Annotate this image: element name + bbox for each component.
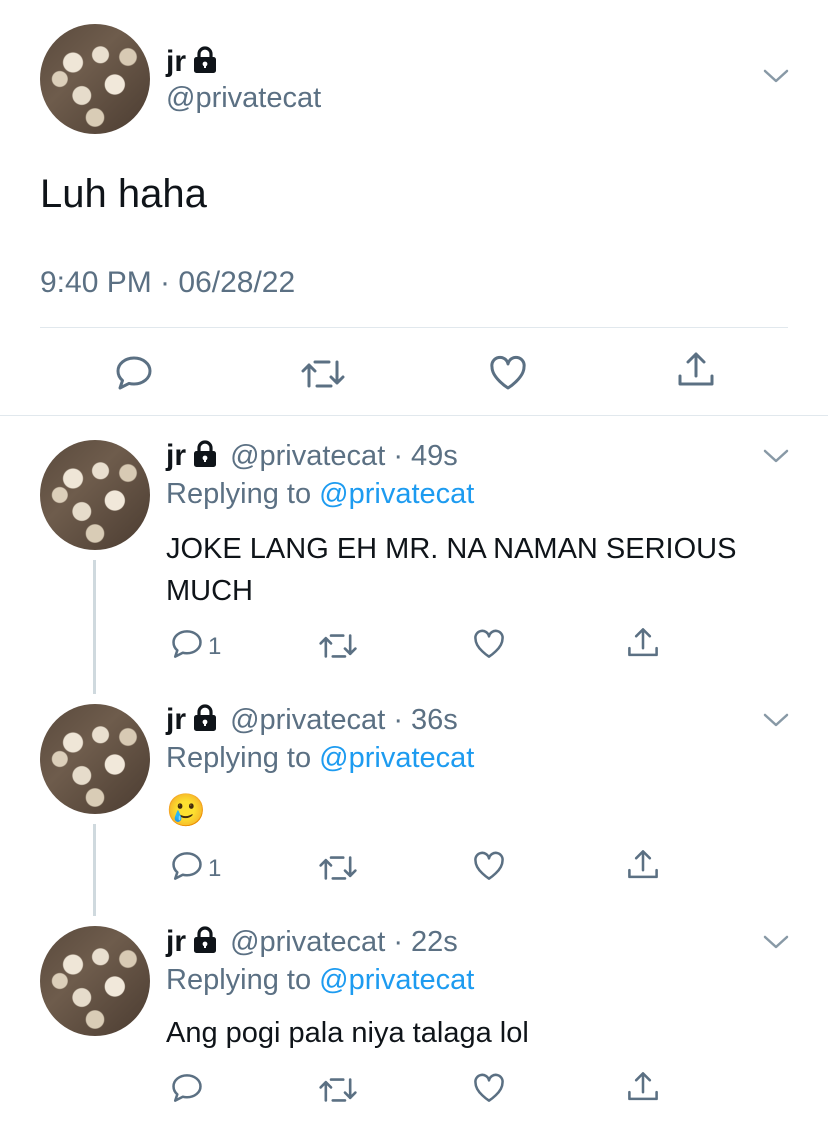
share-icon	[626, 1070, 660, 1109]
replying-to-link[interactable]: @privatecat	[319, 478, 474, 510]
share-icon	[676, 350, 716, 395]
replying-to: Replying to @privatecat	[166, 964, 474, 997]
replying-to-link[interactable]: @privatecat	[319, 742, 474, 774]
reply-button[interactable]: 1	[170, 628, 221, 665]
retweet-button[interactable]	[318, 854, 358, 887]
share-button[interactable]	[626, 848, 660, 887]
retweet-icon	[318, 1076, 358, 1109]
separator: ·	[393, 926, 403, 958]
author-handle[interactable]: @privatecat	[230, 704, 385, 736]
reply-button[interactable]: 1	[170, 850, 221, 887]
reply-time[interactable]: 49s	[411, 440, 458, 472]
reply-button[interactable]	[170, 1072, 204, 1109]
reply-text-line: JOKE LANG EH MR. NA NAMAN SERIOUS	[166, 533, 737, 565]
reply-header: jr @privatecat · 49s	[166, 438, 458, 477]
replying-to-link[interactable]: @privatecat	[319, 964, 474, 996]
author-name[interactable]: jr	[166, 925, 186, 958]
tweet-text: Luh haha	[40, 172, 207, 216]
retweet-icon	[318, 632, 358, 665]
chevron-down-icon[interactable]	[762, 66, 790, 91]
retweet-button[interactable]	[300, 358, 346, 395]
retweet-button[interactable]	[318, 1076, 358, 1109]
chevron-down-icon[interactable]	[762, 446, 790, 471]
separator: ·	[393, 440, 403, 472]
reply-icon	[170, 850, 204, 887]
heart-icon	[488, 354, 528, 397]
reply-text: JOKE LANG EH MR. NA NAMAN SERIOUS MUCH	[166, 528, 736, 612]
reply-time[interactable]: 22s	[411, 926, 458, 958]
retweet-icon	[318, 854, 358, 887]
author-handle[interactable]: @privatecat	[166, 82, 321, 115]
reply-time[interactable]: 36s	[411, 704, 458, 736]
section-divider	[0, 415, 828, 416]
replying-prefix: Replying to	[166, 742, 312, 774]
heart-icon	[472, 1072, 506, 1109]
reply-count: 1	[208, 854, 222, 882]
lock-icon	[192, 704, 218, 741]
thread-line	[93, 824, 96, 916]
reply-header: jr @privatecat · 36s	[166, 702, 458, 741]
author-handle[interactable]: @privatecat	[230, 926, 385, 958]
share-button[interactable]	[676, 350, 716, 395]
replying-prefix: Replying to	[166, 478, 312, 510]
lock-icon	[192, 926, 218, 963]
chevron-down-icon[interactable]	[762, 710, 790, 735]
reply-icon	[170, 628, 204, 665]
reply-text-emoji: 🥲	[166, 792, 206, 828]
tweet-timestamp[interactable]: 9:40 PM · 06/28/22	[40, 266, 295, 300]
thread-line	[93, 560, 96, 694]
share-icon	[626, 848, 660, 887]
reply-icon	[114, 354, 154, 397]
reply-icon	[170, 1072, 204, 1109]
like-button[interactable]	[472, 850, 506, 887]
like-button[interactable]	[472, 1072, 506, 1109]
lock-icon	[192, 440, 218, 477]
avatar[interactable]	[40, 24, 150, 134]
reply-header: jr @privatecat · 22s	[166, 924, 458, 963]
author-name-row: jr	[166, 44, 218, 83]
reply-text-line: MUCH	[166, 575, 253, 607]
author-name[interactable]: jr	[166, 439, 186, 472]
avatar[interactable]	[40, 704, 150, 814]
author-name[interactable]: jr	[166, 703, 186, 736]
reply-button[interactable]	[114, 354, 154, 397]
avatar[interactable]	[40, 440, 150, 550]
replying-prefix: Replying to	[166, 964, 312, 996]
avatar[interactable]	[40, 926, 150, 1036]
retweet-icon	[300, 358, 346, 395]
replying-to: Replying to @privatecat	[166, 742, 474, 775]
heart-icon	[472, 850, 506, 887]
author-handle[interactable]: @privatecat	[230, 440, 385, 472]
share-button[interactable]	[626, 1070, 660, 1109]
retweet-button[interactable]	[318, 632, 358, 665]
like-button[interactable]	[488, 354, 528, 397]
like-button[interactable]	[472, 628, 506, 665]
replying-to: Replying to @privatecat	[166, 478, 474, 511]
lock-icon	[192, 46, 218, 83]
share-icon	[626, 626, 660, 665]
heart-icon	[472, 628, 506, 665]
separator: ·	[393, 704, 403, 736]
divider	[40, 327, 788, 328]
chevron-down-icon[interactable]	[762, 932, 790, 957]
share-button[interactable]	[626, 626, 660, 665]
reply-count: 1	[208, 632, 222, 660]
reply-text: Ang pogi pala niya talaga lol	[166, 1017, 529, 1049]
author-name[interactable]: jr	[166, 45, 186, 78]
